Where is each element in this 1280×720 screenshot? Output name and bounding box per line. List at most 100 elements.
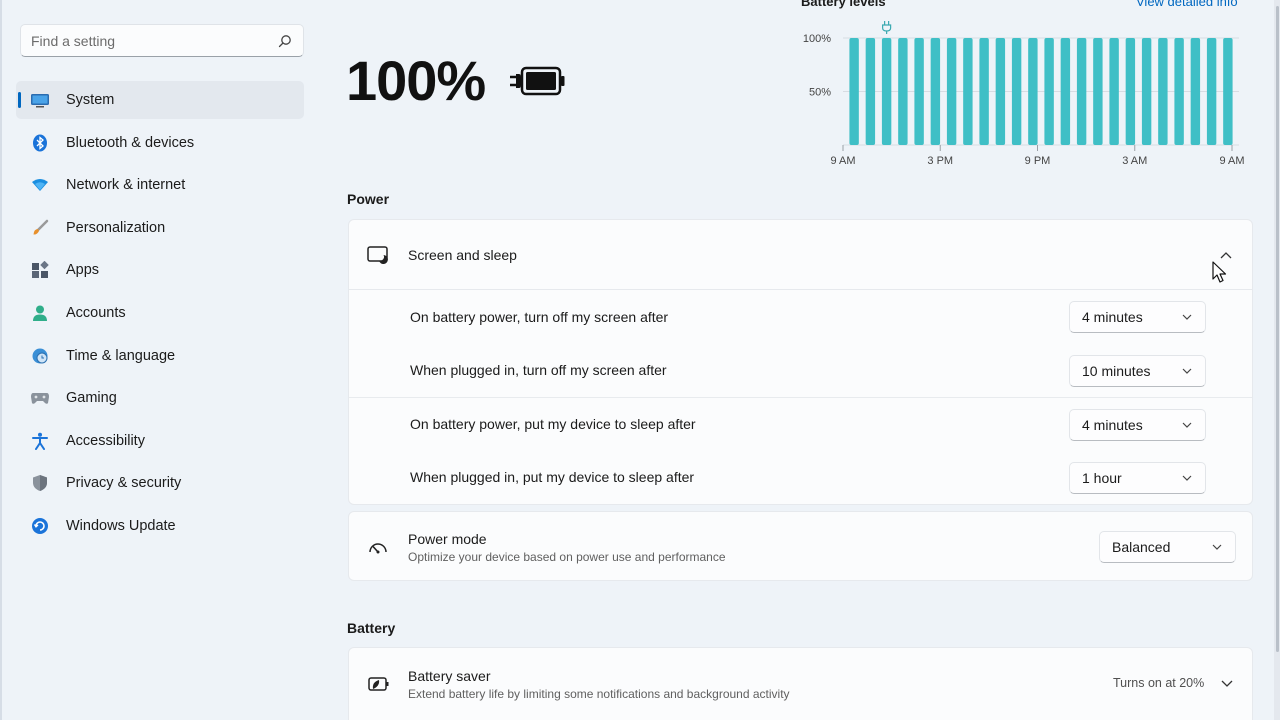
- y-tick-label: 100%: [803, 33, 831, 45]
- chevron-down-icon: [1181, 365, 1193, 377]
- gamepad-icon: [30, 388, 50, 408]
- shield-icon: [30, 473, 50, 493]
- sidebar-item-accounts[interactable]: Accounts: [16, 294, 304, 332]
- sidebar-item-apps[interactable]: Apps: [16, 251, 304, 289]
- chart-bar: [1190, 38, 1201, 145]
- sidebar-item-time-language[interactable]: Time & language: [16, 337, 304, 375]
- battery-charging-icon: [508, 64, 566, 101]
- plugged-sleep-dropdown[interactable]: 1 hour: [1069, 461, 1206, 494]
- setting-row: When plugged in, put my device to sleep …: [349, 451, 1252, 505]
- globe-clock-icon: [30, 346, 50, 366]
- scrollbar-thumb[interactable]: [1276, 6, 1279, 652]
- chevron-down-icon: [1181, 311, 1193, 323]
- chart-bar: [1141, 38, 1152, 145]
- sidebar-item-bluetooth[interactable]: Bluetooth & devices: [16, 124, 304, 162]
- sidebar-item-label: Accounts: [66, 304, 126, 321]
- sidebar-item-privacy[interactable]: Privacy & security: [16, 464, 304, 502]
- sidebar: System Bluetooth & devices Network & int…: [0, 0, 320, 720]
- chevron-up-icon[interactable]: [1220, 249, 1232, 261]
- setting-label: When plugged in, put my device to sleep …: [410, 469, 695, 486]
- battery-saver-subtitle: Extend battery life by limiting some not…: [408, 686, 790, 701]
- wifi-icon: [30, 175, 50, 195]
- chart-bar: [1158, 38, 1168, 145]
- battery-levels-chart: 100% 50% 9 AM 3 PM 9 PM 3 AM 9 AM: [803, 21, 1245, 167]
- sidebar-item-label: Accessibility: [66, 432, 145, 449]
- screen-and-sleep-header[interactable]: Screen and sleep: [349, 220, 1252, 290]
- view-detailed-info-link[interactable]: View detailed info: [1136, 0, 1238, 9]
- chart-bar: [1109, 38, 1119, 145]
- chevron-down-icon: [1211, 541, 1223, 553]
- search-box[interactable]: [20, 24, 304, 57]
- sidebar-item-label: Windows Update: [66, 517, 176, 534]
- chart-bar: [1223, 38, 1233, 145]
- dropdown-value: 10 minutes: [1082, 362, 1151, 379]
- battery-saver-icon: [367, 673, 389, 695]
- chart-bar: [1125, 38, 1136, 145]
- battery-saver-title: Battery saver: [408, 667, 491, 684]
- sidebar-item-label: Gaming: [66, 390, 117, 407]
- chevron-down-icon: [1181, 419, 1193, 431]
- bluetooth-icon: [30, 133, 50, 153]
- screen-and-sleep-card: Screen and sleep On battery power, turn …: [348, 219, 1253, 505]
- chart-bar: [1174, 38, 1184, 145]
- battery-saver-text: Battery saver Extend battery life by lim…: [408, 668, 790, 701]
- power-mode-text: Power mode Optimize your device based on…: [408, 531, 726, 564]
- search-input[interactable]: [31, 32, 277, 49]
- power-mode-subtitle: Optimize your device based on power use …: [408, 549, 726, 564]
- accessibility-icon: [30, 431, 50, 451]
- speedometer-icon: [367, 536, 389, 558]
- screen-sleep-icon: [367, 244, 389, 266]
- sidebar-item-label: Bluetooth & devices: [66, 134, 195, 151]
- sidebar-item-network[interactable]: Network & internet: [16, 166, 304, 204]
- brush-icon: [30, 218, 50, 238]
- sidebar-item-windows-update[interactable]: Windows Update: [16, 507, 304, 545]
- power-mode-dropdown[interactable]: Balanced: [1099, 531, 1236, 563]
- sidebar-item-label: Privacy & security: [66, 475, 182, 492]
- battery-saver-row[interactable]: Battery saver Extend battery life by lim…: [349, 648, 1252, 720]
- update-icon: [30, 516, 50, 536]
- setting-row: On battery power, put my device to sleep…: [349, 397, 1252, 451]
- x-tick-label: 9 AM: [830, 155, 855, 167]
- chart-bar: [1044, 38, 1054, 145]
- nav-list: System Bluetooth & devices Network & int…: [16, 81, 304, 550]
- plugged-screen-off-dropdown[interactable]: 10 minutes: [1069, 354, 1206, 387]
- setting-label: On battery power, turn off my screen aft…: [410, 308, 669, 325]
- scrollbar[interactable]: [1274, 0, 1280, 720]
- sidebar-item-system[interactable]: System: [16, 81, 304, 119]
- chart-bar: [1076, 38, 1087, 145]
- chart-bar: [995, 38, 1006, 145]
- chart-bar: [963, 38, 973, 145]
- dropdown-value: 1 hour: [1082, 469, 1122, 486]
- search-icon[interactable]: [277, 33, 293, 49]
- setting-label: When plugged in, turn off my screen afte…: [410, 362, 667, 379]
- chevron-down-icon[interactable]: [1221, 678, 1233, 690]
- screen-and-sleep-title: Screen and sleep: [408, 246, 517, 263]
- battery-sleep-dropdown[interactable]: 4 minutes: [1069, 409, 1206, 441]
- apps-icon: [30, 260, 50, 280]
- chart-bar: [914, 38, 924, 145]
- battery-heading: Battery: [347, 620, 396, 636]
- sidebar-item-label: Apps: [66, 262, 100, 279]
- mouse-cursor-icon: [1212, 261, 1227, 283]
- dropdown-value: 4 minutes: [1082, 417, 1143, 433]
- sidebar-item-label: Personalization: [66, 219, 166, 236]
- x-tick-label: 3 PM: [927, 155, 953, 167]
- chart-bar: [1060, 38, 1071, 145]
- chart-bar: [898, 38, 908, 145]
- sidebar-item-label: Time & language: [66, 347, 176, 364]
- chart-bar: [881, 38, 892, 145]
- chart-bar: [1028, 38, 1038, 145]
- y-tick-label: 50%: [809, 87, 831, 99]
- sidebar-item-gaming[interactable]: Gaming: [16, 379, 304, 417]
- dropdown-value: Balanced: [1112, 539, 1171, 555]
- chart-bar: [930, 38, 941, 145]
- power-mode-title: Power mode: [408, 530, 487, 547]
- chart-y-ticks: 100% 50%: [803, 33, 831, 99]
- battery-saver-card[interactable]: Battery saver Extend battery life by lim…: [348, 647, 1253, 720]
- setting-label: On battery power, put my device to sleep…: [410, 416, 696, 433]
- sidebar-item-personalization[interactable]: Personalization: [16, 209, 304, 247]
- dropdown-value: 4 minutes: [1082, 309, 1143, 325]
- chart-bar: [979, 38, 989, 145]
- sidebar-item-accessibility[interactable]: Accessibility: [16, 422, 304, 460]
- battery-screen-off-dropdown[interactable]: 4 minutes: [1069, 301, 1206, 333]
